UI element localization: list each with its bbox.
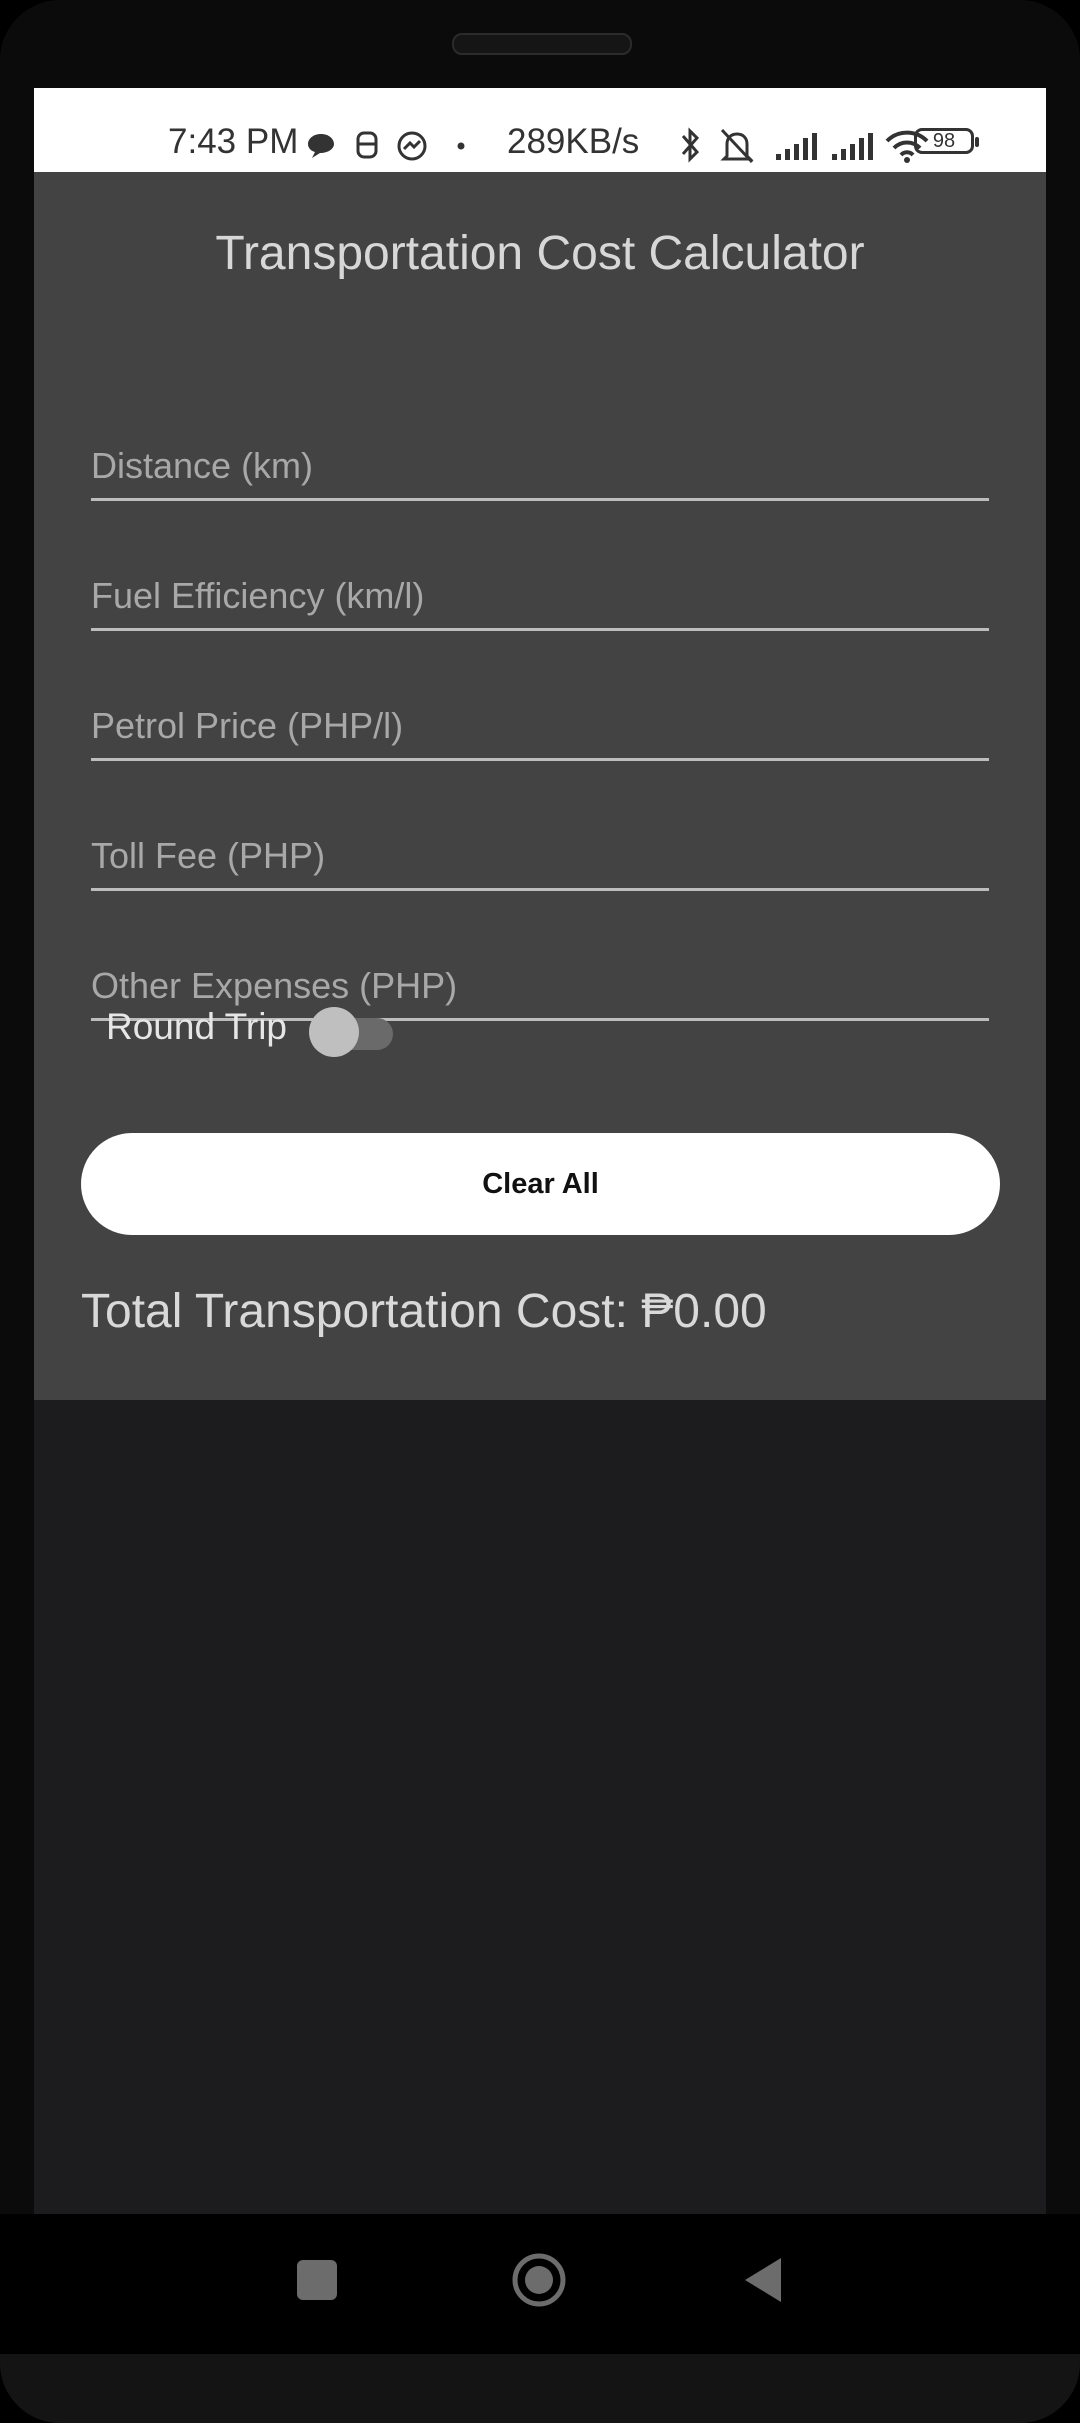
status-time: 7:43 PM xyxy=(168,122,299,161)
home-circle-icon[interactable] xyxy=(511,2252,567,2308)
earpiece-speaker xyxy=(452,33,632,55)
toll-fee-input[interactable] xyxy=(91,824,989,888)
signal-icon xyxy=(832,133,873,160)
page-title: Transportation Cost Calculator xyxy=(215,227,865,280)
app-icon xyxy=(356,131,378,159)
fuel-efficiency-field-container xyxy=(91,564,989,631)
bluetooth-icon xyxy=(681,127,700,163)
dot-icon xyxy=(457,142,465,150)
petrol-price-input[interactable] xyxy=(91,694,989,758)
round-trip-label: Round Trip xyxy=(106,1006,287,1047)
screen: 7:43 PM 289KB/s 98 Transportation Cost C… xyxy=(34,88,1046,2214)
status-bar: 7:43 PM 289KB/s 98 xyxy=(34,88,1046,172)
navigation-bar xyxy=(0,2214,1080,2354)
battery-icon: 98 xyxy=(914,128,979,154)
clear-all-button[interactable]: Clear All xyxy=(81,1133,1000,1235)
phone-chin xyxy=(0,2354,1080,2423)
messenger-icon xyxy=(397,131,427,161)
network-speed: 289KB/s xyxy=(507,122,640,161)
petrol-price-field-container xyxy=(91,694,989,761)
switch-thumb xyxy=(309,1007,359,1057)
toll-fee-field-container xyxy=(91,824,989,891)
distance-field-container xyxy=(91,434,989,501)
fuel-efficiency-input[interactable] xyxy=(91,564,989,628)
signal-icon xyxy=(776,133,817,160)
chat-bubble-icon xyxy=(308,134,334,158)
bell-muted-icon xyxy=(720,128,754,164)
distance-input[interactable] xyxy=(91,434,989,498)
calculator-card: Transportation Cost Calculator Round Tri… xyxy=(34,172,1046,1400)
total-cost-text: Total Transportation Cost: ₱0.00 xyxy=(81,1285,767,1338)
round-trip-switch[interactable] xyxy=(309,1005,393,1057)
recents-square-icon[interactable] xyxy=(297,2260,337,2300)
phone-frame: 7:43 PM 289KB/s 98 Transportation Cost C… xyxy=(0,0,1080,2423)
back-triangle-icon[interactable] xyxy=(743,2256,783,2304)
